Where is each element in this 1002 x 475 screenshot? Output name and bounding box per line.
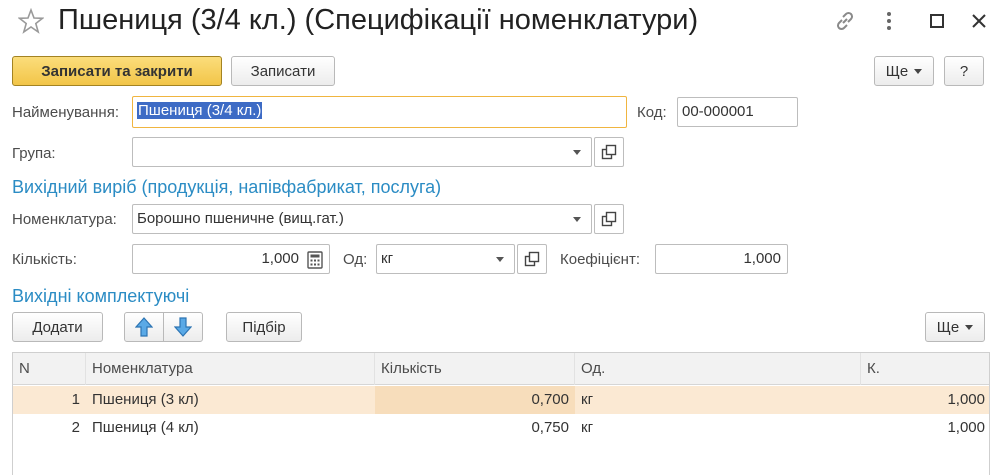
- group-field[interactable]: [132, 137, 592, 167]
- arrow-down-icon: [174, 317, 192, 337]
- chevron-down-icon: [965, 324, 974, 330]
- name-value: Пшениця (3/4 кл.): [137, 102, 263, 119]
- quantity-field[interactable]: 1,000: [132, 244, 330, 274]
- row-qty: 0,750: [531, 419, 569, 436]
- row-k: 1,000: [947, 391, 985, 408]
- row-unit: кг: [581, 419, 594, 436]
- col-quantity[interactable]: Кількість: [375, 353, 575, 385]
- table-row[interactable]: 2 Пшениця (4 кл) 0,750 кг 1,000: [13, 414, 989, 442]
- components-table[interactable]: N Номенклатура Кількість Од. К. 1 Пшениц…: [12, 352, 990, 475]
- nomenclature-open-icon[interactable]: [594, 204, 624, 234]
- add-button[interactable]: Додати: [12, 312, 103, 342]
- table-header: N Номенклатура Кількість Од. К.: [13, 353, 989, 385]
- quantity-label: Кількість:: [12, 251, 77, 268]
- code-field[interactable]: 00-000001: [677, 97, 798, 127]
- code-value: 00-000001: [682, 103, 754, 120]
- row-unit: кг: [581, 391, 594, 408]
- output-section-title: Вихідний виріб (продукція, напівфабрикат…: [12, 177, 442, 197]
- col-k[interactable]: К.: [861, 353, 989, 385]
- table-row[interactable]: 1 Пшениця (3 кл) 0,700 кг 1,000: [13, 386, 989, 414]
- page-title: Пшениця (3/4 кл.) (Специфікації номенкла…: [58, 4, 699, 36]
- more-vertical-icon[interactable]: [876, 8, 902, 34]
- table-more-button[interactable]: Ще: [925, 312, 985, 342]
- group-open-icon[interactable]: [594, 137, 624, 167]
- table-more-label: Ще: [936, 318, 960, 336]
- col-n[interactable]: N: [13, 353, 86, 385]
- row-name: Пшениця (3 кл): [92, 391, 199, 408]
- unit-dropdown-icon[interactable]: [486, 245, 514, 273]
- move-down-button[interactable]: [163, 312, 203, 342]
- row-n: 2: [71, 419, 80, 436]
- nomenclature-label: Номенклатура:: [12, 211, 117, 228]
- name-field[interactable]: Пшениця (3/4 кл.): [132, 96, 627, 128]
- save-and-close-button[interactable]: Записати та закрити: [12, 56, 222, 86]
- col-nomenclature[interactable]: Номенклатура: [86, 353, 375, 385]
- arrow-up-icon: [135, 317, 153, 337]
- help-button[interactable]: ?: [944, 56, 984, 86]
- components-section-title: Вихідні комплектуючі: [12, 286, 190, 306]
- coef-field[interactable]: 1,000: [655, 244, 788, 274]
- name-label: Найменування:: [12, 104, 119, 121]
- chevron-down-icon: [914, 68, 923, 74]
- link-icon[interactable]: [832, 8, 858, 34]
- move-up-button[interactable]: [124, 312, 164, 342]
- coef-value: 1,000: [743, 250, 781, 267]
- more-button-label: Ще: [885, 62, 909, 80]
- coef-label: Коефіцієнт:: [560, 251, 640, 268]
- group-label: Група:: [12, 145, 56, 162]
- save-button[interactable]: Записати: [231, 56, 335, 86]
- row-n: 1: [71, 391, 80, 408]
- more-button[interactable]: Ще: [874, 56, 934, 86]
- unit-value: кг: [381, 250, 394, 267]
- unit-label: Од:: [343, 251, 368, 268]
- quantity-value: 1,000: [261, 250, 299, 267]
- pick-button[interactable]: Підбір: [226, 312, 302, 342]
- unit-field[interactable]: кг: [376, 244, 515, 274]
- nomenclature-value: Борошно пшеничне (вищ.гат.): [137, 210, 344, 227]
- nomenclature-dropdown-icon[interactable]: [563, 205, 591, 233]
- row-qty: 0,700: [375, 386, 575, 414]
- nomenclature-field[interactable]: Борошно пшеничне (вищ.гат.): [132, 204, 592, 234]
- code-label: Код:: [637, 104, 667, 121]
- unit-open-icon[interactable]: [517, 244, 547, 274]
- row-name: Пшениця (4 кл): [92, 419, 199, 436]
- col-unit[interactable]: Од.: [575, 353, 861, 385]
- close-icon[interactable]: [966, 8, 992, 34]
- maximize-icon[interactable]: [924, 8, 950, 34]
- group-dropdown-icon[interactable]: [563, 138, 591, 166]
- star-icon[interactable]: [17, 7, 45, 34]
- row-k: 1,000: [947, 419, 985, 436]
- calculator-icon[interactable]: [307, 251, 323, 273]
